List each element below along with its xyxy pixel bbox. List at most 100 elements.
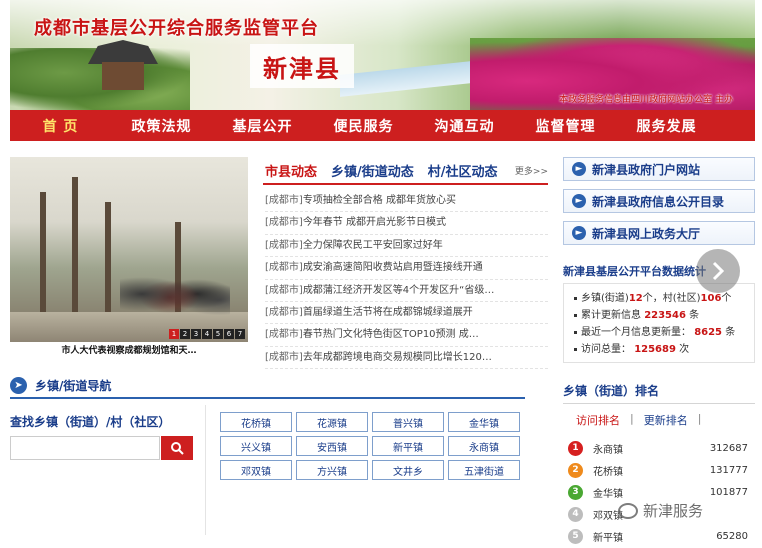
news-title[interactable]: 成都蒲江经济开发区等4个开发区升“省级… xyxy=(303,285,495,296)
town-link[interactable]: 兴义镇 xyxy=(220,436,292,456)
rank-number: 2 xyxy=(568,462,583,478)
news-title[interactable]: 春节热门文化特色街区TOP10预测 成… xyxy=(303,329,479,340)
county-name: 新津县 xyxy=(263,54,341,83)
town-link[interactable]: 花桥镇 xyxy=(220,412,292,432)
news-source: [成都市] xyxy=(265,195,303,206)
carousel-page[interactable]: 7 xyxy=(235,329,245,339)
county-badge: 新津县 xyxy=(250,44,354,88)
news-source: [成都市] xyxy=(265,262,303,274)
town-link[interactable]: 五津街道 xyxy=(448,460,520,480)
news-title[interactable]: 今年春节 成都开启光影节日模式 xyxy=(303,217,446,228)
news-photo-carousel[interactable]: 1 2 3 4 5 6 7 xyxy=(10,157,248,342)
village-count: 106 xyxy=(700,293,722,304)
arrow-right-icon: ► xyxy=(572,226,586,240)
carousel-pager: 1 2 3 4 5 6 7 xyxy=(169,329,245,339)
stats-row-total: 累计更新信息 223546 条 xyxy=(574,307,744,324)
town-link[interactable]: 文井乡 xyxy=(372,460,444,480)
banner-credit: 本政务服务信息由四川政府网站办公室 主办 xyxy=(559,95,733,105)
link-label: 新津县政府门户网站 xyxy=(592,162,701,177)
news-list: [成都市]专项抽检全部合格 成都年货放心买 [成都市]今年春节 成都开启光影节日… xyxy=(265,190,548,370)
carousel-page[interactable]: 5 xyxy=(213,329,223,339)
chevron-right-icon xyxy=(712,261,725,281)
rank-row[interactable]: 5 新平镇 65280 xyxy=(568,525,748,547)
rank-list: 1 永商镇 312687 2 花桥镇 131777 3 金华镇 101877 4 邓双镇 5新… xyxy=(568,437,748,547)
slide-next-button[interactable] xyxy=(696,249,740,293)
tab-separator: | xyxy=(697,412,702,425)
navigation-arrow-icon: ➤ xyxy=(10,376,27,394)
carousel-page[interactable]: 4 xyxy=(202,329,212,339)
news-item[interactable]: [成都市]成都蒲江经济开发区等4个开发区升“省级… xyxy=(265,280,548,302)
township-search-button[interactable] xyxy=(161,436,193,460)
news-title[interactable]: 全力保障农民工平安回家过好年 xyxy=(303,240,443,251)
town-grid: 花桥镇 花源镇 普兴镇 金华镇 兴义镇 安西镇 新平镇 永商镇 邓双镇 方兴镇 … xyxy=(220,412,520,480)
nav-services[interactable]: 便民服务 xyxy=(313,116,414,136)
link-label: 新津县网上政务大厅 xyxy=(592,226,701,241)
rank-row[interactable]: 2 花桥镇 131777 xyxy=(568,459,748,481)
carousel-page[interactable]: 6 xyxy=(224,329,234,339)
rank-town: 花桥镇 xyxy=(593,466,623,478)
news-source: [成都市] xyxy=(265,306,303,318)
rank-number: 1 xyxy=(568,440,583,456)
divider xyxy=(205,405,206,535)
nav-interaction[interactable]: 沟通互动 xyxy=(414,116,515,136)
news-item[interactable]: [成都市]成安渝高速简阳收费站启用暨连接线开通 xyxy=(265,257,548,280)
township-search-title: 查找乡镇（街道）/村（社区） xyxy=(10,415,171,429)
site-title: 成都市基层公开综合服务监管平台 xyxy=(34,18,319,39)
tab-update-rank[interactable]: 更新排名 xyxy=(644,412,688,428)
nav-development[interactable]: 服务发展 xyxy=(616,116,717,136)
rank-value: 65280 xyxy=(716,530,748,542)
search-icon xyxy=(171,442,184,455)
town-link[interactable]: 金华镇 xyxy=(448,412,520,432)
total-visits: 125689 xyxy=(634,344,676,355)
stats-row-month: 最近一个月信息更新量： 8625 条 xyxy=(574,324,744,341)
nav-policy[interactable]: 政策法规 xyxy=(111,116,212,136)
link-info-catalog[interactable]: ► 新津县政府信息公开目录 xyxy=(563,189,755,213)
news-title[interactable]: 去年成都跨境电商交易规模同比增长120… xyxy=(303,352,492,363)
nav-supervision[interactable]: 监督管理 xyxy=(515,116,616,136)
town-link[interactable]: 花源镇 xyxy=(296,412,368,432)
link-online-hall[interactable]: ► 新津县网上政务大厅 xyxy=(563,221,755,245)
news-title[interactable]: 成安渝高速简阳收费站启用暨连接线开通 xyxy=(303,262,483,273)
arrow-right-icon: ► xyxy=(572,162,586,176)
news-item[interactable]: [成都市]首届绿道生活节将在成都锦城绿道展开 xyxy=(265,302,548,325)
tab-city-county-news[interactable]: 市县动态 xyxy=(263,161,319,183)
stats-panel: 乡镇(街道)12个，村(社区)106个 累计更新信息 223546 条 最近一个… xyxy=(563,283,755,363)
tab-visit-rank[interactable]: 访问排名 xyxy=(576,412,620,428)
carousel-page[interactable]: 1 xyxy=(169,329,179,339)
town-link[interactable]: 安西镇 xyxy=(296,436,368,456)
rank-number: 3 xyxy=(568,484,583,500)
rank-row[interactable]: 1 永商镇 312687 xyxy=(568,437,748,459)
town-link[interactable]: 方兴镇 xyxy=(296,460,368,480)
link-label: 新津县政府信息公开目录 xyxy=(592,194,725,209)
photo-caption[interactable]: 市人大代表视察成都规划馆和天… xyxy=(10,343,248,356)
arrow-right-icon: ► xyxy=(572,194,586,208)
news-item[interactable]: [成都市]春节热门文化特色街区TOP10预测 成… xyxy=(265,324,548,347)
township-nav-title: 乡镇/街道导航 xyxy=(35,378,112,393)
rank-town: 永商镇 xyxy=(593,444,623,456)
news-title[interactable]: 专项抽检全部合格 成都年货放心买 xyxy=(303,195,456,206)
news-item[interactable]: [成都市]今年春节 成都开启光影节日模式 xyxy=(265,212,548,235)
town-link[interactable]: 普兴镇 xyxy=(372,412,444,432)
tab-village-news[interactable]: 村/社区动态 xyxy=(426,161,500,183)
nav-home[interactable]: 首 页 xyxy=(10,116,111,136)
rank-number: 4 xyxy=(568,506,583,522)
news-tabs: 市县动态 乡镇/街道动态 村/社区动态 更多>> xyxy=(263,159,548,185)
month-updates: 8625 xyxy=(694,327,723,338)
nav-disclosure[interactable]: 基层公开 xyxy=(212,116,313,136)
town-link[interactable]: 邓双镇 xyxy=(220,460,292,480)
news-item[interactable]: [成都市]去年成都跨境电商交易规模同比增长120… xyxy=(265,347,548,370)
news-item[interactable]: [成都市]全力保障农民工平安回家过好年 xyxy=(265,235,548,258)
carousel-page[interactable]: 2 xyxy=(180,329,190,339)
rank-town: 金华镇 xyxy=(593,488,623,500)
news-more-link[interactable]: 更多>> xyxy=(515,164,548,183)
stats-row-visits: 访问总量： 125689 次 xyxy=(574,341,744,358)
town-link[interactable]: 永商镇 xyxy=(448,436,520,456)
carousel-page[interactable]: 3 xyxy=(191,329,201,339)
link-county-portal[interactable]: ► 新津县政府门户网站 xyxy=(563,157,755,181)
news-item[interactable]: [成都市]专项抽检全部合格 成都年货放心买 xyxy=(265,190,548,213)
township-search-input[interactable] xyxy=(10,436,160,460)
town-link[interactable]: 新平镇 xyxy=(372,436,444,456)
tab-township-news[interactable]: 乡镇/街道动态 xyxy=(329,161,416,183)
township-nav-header: ➤ 乡镇/街道导航 xyxy=(10,373,525,399)
news-title[interactable]: 首届绿道生活节将在成都锦城绿道展开 xyxy=(303,307,473,318)
